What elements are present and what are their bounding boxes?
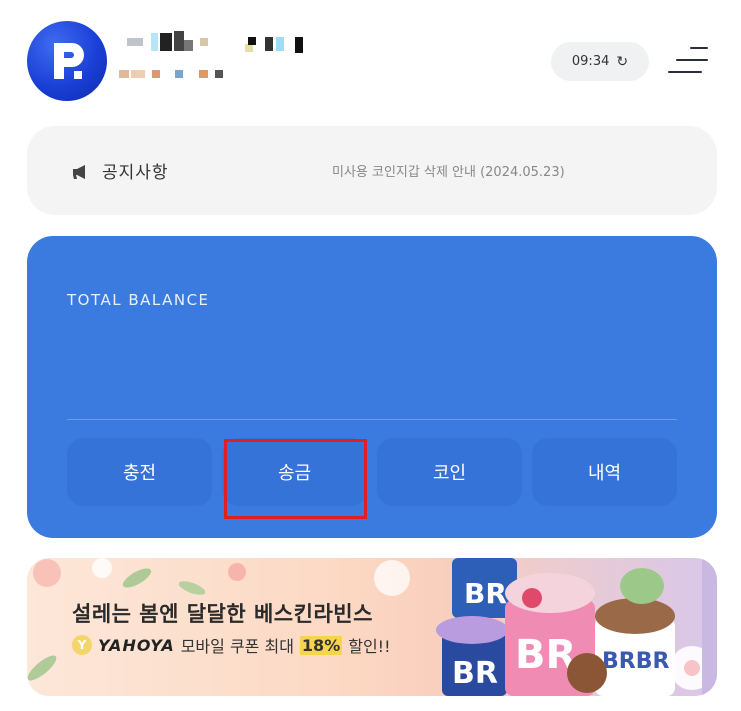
banner-subtitle: Y YAHOYA 모바일 쿠폰 최대 18% 할인!!: [72, 633, 391, 657]
header: 09:34 ↻: [0, 0, 741, 120]
subtitle-end: 할인!!: [348, 637, 391, 656]
brand-logo-icon: Y: [72, 635, 92, 655]
highlight-box: [224, 439, 367, 519]
promo-banner[interactable]: BR BR BR BRBR 설레는 봄엔 달달한 베스킨라빈스 Y YAHOYA…: [27, 558, 717, 696]
coin-button[interactable]: 코인: [377, 438, 522, 506]
banner-title: 설레는 봄엔 달달한 베스킨라빈스: [72, 602, 373, 626]
notice-label: 공지사항: [102, 163, 169, 183]
history-button[interactable]: 내역: [532, 438, 677, 506]
svg-text:BRBR: BRBR: [602, 649, 669, 674]
brand-name: YAHOYA: [98, 635, 175, 655]
subtitle-text: 모바일 쿠폰 최대: [180, 637, 294, 656]
megaphone-icon: [73, 165, 85, 179]
notice-text[interactable]: 미사용 코인지갑 삭제 안내 (2024.05.23): [332, 161, 565, 180]
refresh-icon[interactable]: ↻: [616, 55, 628, 69]
hamburger-menu-icon[interactable]: [668, 45, 708, 75]
action-buttons: 충전 송금 코인 내역: [67, 438, 677, 506]
app-logo[interactable]: [27, 21, 107, 101]
svg-text:BR: BR: [452, 656, 498, 691]
balance-label: TOTAL BALANCE: [67, 291, 210, 309]
balance-card: TOTAL BALANCE 충전 송금 코인 내역: [27, 236, 717, 538]
svg-text:BR: BR: [464, 577, 507, 610]
charge-button[interactable]: 충전: [67, 438, 212, 506]
discount-badge: 18%: [299, 635, 343, 655]
timer-text: 09:34: [571, 54, 610, 69]
session-timer[interactable]: 09:34 ↻: [551, 42, 649, 81]
notice-bar[interactable]: 공지사항 미사용 코인지갑 삭제 안내 (2024.05.23): [27, 126, 717, 215]
divider: [67, 419, 677, 420]
